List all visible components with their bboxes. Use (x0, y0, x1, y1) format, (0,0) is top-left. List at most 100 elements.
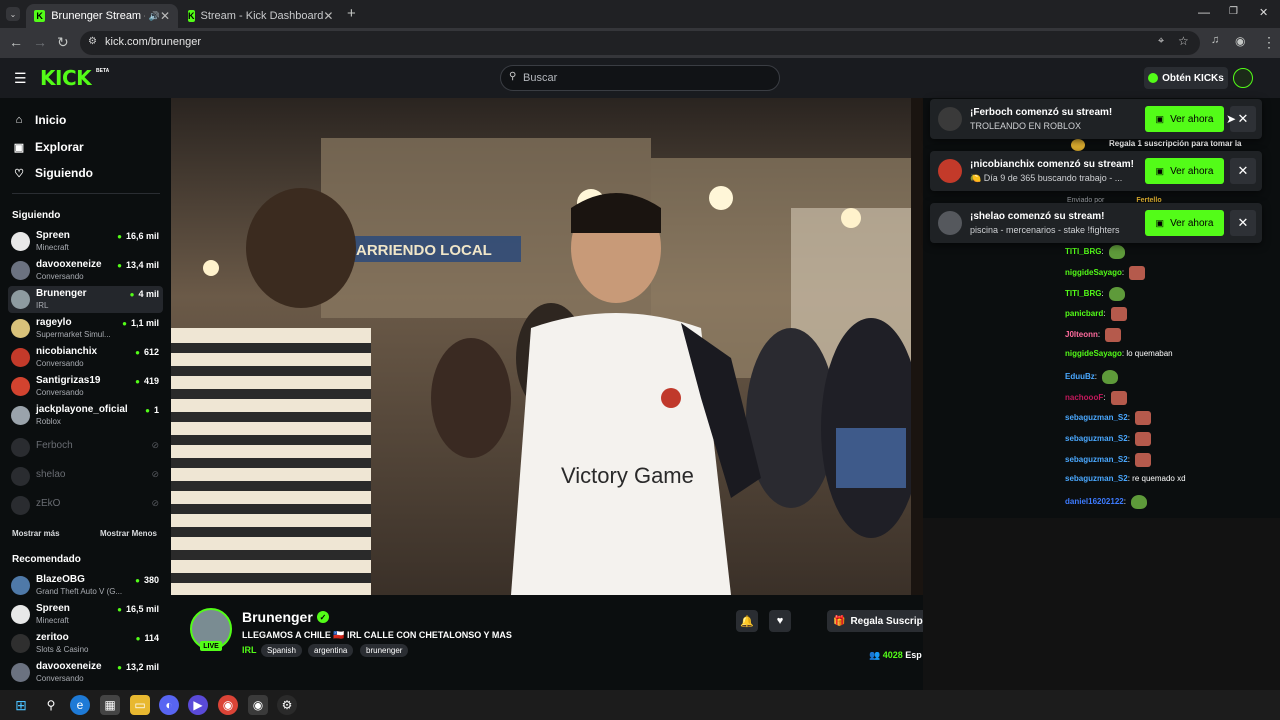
back-arrow-icon[interactable]: ← (9, 34, 23, 50)
pinned-gift-message: Regala 1 suscripción para tomar la (1109, 139, 1242, 148)
show-less-link[interactable]: Mostrar Menos (100, 529, 157, 538)
frog-emote-icon (1102, 369, 1119, 384)
new-tab-button[interactable]: + (347, 5, 356, 22)
app-icon[interactable]: ⚙ (277, 695, 297, 715)
location-icon[interactable]: ⌖ (1158, 35, 1164, 48)
chat-username[interactable]: niggideSayago (1065, 349, 1122, 358)
tab-search-dropdown[interactable]: ⌄ (6, 7, 20, 21)
tag-brunenger[interactable]: brunenger (360, 644, 409, 657)
webcam-overlay-area (923, 518, 1280, 690)
close-window-icon[interactable]: ✕ (1259, 6, 1268, 19)
tab-brunenger-stream[interactable]: K Brunenger Stream - Watch 🔊 ✕ (26, 4, 178, 28)
channel-name: davooxeneize (36, 259, 102, 270)
chat-username[interactable]: daniel16202122 (1065, 497, 1124, 506)
face-emote-icon (1129, 265, 1146, 280)
channel-item-shelao[interactable]: shelao ⊘ (8, 463, 163, 490)
chat-username[interactable]: panicbard (1065, 310, 1103, 319)
chat-username[interactable]: niggideSayago (1065, 268, 1122, 277)
avatar (11, 576, 30, 595)
chat-separator: : (1123, 496, 1129, 506)
channel-name: shelao (36, 469, 66, 480)
chat-username[interactable]: sebaguzman_S2 (1065, 434, 1128, 443)
channel-item-davooxeneize[interactable]: davooxeneize Conversando 13,4 mil (8, 257, 163, 284)
nav-explore[interactable]: ▣ Explorar (12, 140, 84, 154)
watch-now-button[interactable]: Ver ahora (1145, 106, 1224, 132)
channel-name: Brunenger (36, 288, 87, 299)
channel-item-brunenger[interactable]: Brunenger IRL 4 mil (8, 286, 163, 313)
tag-spanish[interactable]: Spanish (261, 644, 302, 657)
file-explorer-icon[interactable]: ▭ (130, 695, 150, 715)
media-control-icon[interactable]: ♫ (1211, 34, 1219, 46)
gift-label: Regala Suscripcione (850, 615, 923, 627)
notification-bell-button[interactable]: 🔔 (736, 610, 758, 632)
forward-arrow-icon[interactable]: → (33, 34, 47, 50)
channel-category: Conversando (36, 359, 84, 368)
discord-icon[interactable]: ◐ (159, 695, 179, 715)
nav-home[interactable]: ⌂ Inicio (12, 113, 67, 127)
stream-category[interactable]: IRL (242, 645, 257, 655)
channel-item-zeritoo[interactable]: zeritoo Slots & Casino 114 (8, 630, 163, 657)
chat-username[interactable]: sebaguzman_S2 (1065, 455, 1128, 464)
watch-now-button[interactable]: Ver ahora (1145, 158, 1224, 184)
tab-kick-dashboard[interactable]: K Stream - Kick Dashboard ✕ (180, 4, 340, 28)
chat-username[interactable]: nachoooF (1065, 393, 1103, 402)
channel-item-blazeobg[interactable]: BlazeOBG Grand Theft Auto V (G... 380 (8, 572, 163, 599)
channel-item-zeko[interactable]: zEkO ⊘ (8, 492, 163, 519)
ferboch-avatar (938, 107, 962, 131)
url-field[interactable]: ⚙ kick.com/brunenger ⌖ ☆ (80, 31, 1200, 55)
tab-close-icon[interactable]: ✕ (323, 9, 333, 23)
viewer-count: 16,5 mil (117, 604, 159, 614)
search-icon[interactable]: ⚲ (41, 695, 61, 715)
calculator-icon[interactable]: ▦ (100, 695, 120, 715)
user-avatar[interactable] (1233, 68, 1253, 88)
chat-message: niggideSayago: lo quemaban (1065, 349, 1173, 358)
chat-username[interactable]: sebaguzman_S2 (1065, 474, 1128, 483)
restore-icon[interactable]: ❐ (1229, 6, 1238, 17)
show-more-link[interactable]: Mostrar más (12, 529, 60, 538)
follow-heart-button[interactable]: ♥ (769, 610, 791, 632)
gift-subscription-button[interactable]: 🎁 Regala Suscripcione (827, 610, 923, 632)
tag-argentina[interactable]: argentina (308, 644, 354, 657)
windows-start-icon[interactable]: ⊞ (11, 695, 31, 715)
streamer-name[interactable]: Brunenger (242, 609, 313, 625)
face-emote-icon (1105, 328, 1122, 343)
search-input[interactable]: ⚲ Buscar (500, 65, 780, 91)
minimize-icon[interactable]: — (1198, 5, 1210, 19)
channel-item-ferboch[interactable]: Ferboch ⊘ (8, 434, 163, 461)
channel-item-rageylo[interactable]: rageylo Supermarket Simul... 1,1 mil (8, 315, 163, 342)
face-emote-icon (1135, 453, 1152, 467)
channel-item-spreen-rec[interactable]: Spreen Minecraft 16,5 mil (8, 601, 163, 628)
watch-now-button[interactable]: Ver ahora (1145, 210, 1224, 236)
chrome-icon[interactable]: ◉ (218, 695, 238, 715)
browser-menu-icon[interactable]: ⋮ (1262, 34, 1276, 51)
video-player[interactable]: ARRIENDO LOCAL Victory Game (171, 98, 923, 595)
channel-item-spreen[interactable]: Spreen Minecraft 16,6 mil (8, 228, 163, 255)
nav-following[interactable]: ♡ Siguiendo (12, 166, 93, 180)
channel-category: Slots & Casino (36, 645, 89, 654)
chat-message: TITI_BRG: (1065, 245, 1125, 259)
beta-badge: BETA (96, 68, 110, 74)
reload-icon[interactable]: ↻ (57, 34, 69, 51)
get-kicks-button[interactable]: Obtén KICKs (1144, 67, 1228, 89)
chat-username[interactable]: sebaguzman_S2 (1065, 414, 1128, 423)
chat-username[interactable]: J0lteonn (1065, 330, 1098, 339)
chat-username[interactable]: TITI_BRG (1065, 247, 1101, 256)
channel-item-nicobianchix[interactable]: nicobianchix Conversando 612 (8, 344, 163, 371)
tab-close-icon[interactable]: ✕ (160, 9, 170, 23)
chrome-profile-icon[interactable]: ◉ (248, 695, 268, 715)
edge-icon[interactable]: e (70, 695, 90, 715)
channel-item-davooxeneize-rec[interactable]: davooxeneize Conversando 13,2 mil (8, 659, 163, 686)
close-icon[interactable]: ✕ (1230, 158, 1256, 184)
site-info-icon[interactable]: ⚙ (88, 36, 97, 47)
chat-username[interactable]: TITI_BRG (1065, 289, 1101, 298)
channel-item-santigrizas19[interactable]: Santigrizas19 Conversando 419 (8, 373, 163, 400)
stream-start-toast-nicobianchix: ¡nicobianchix comenzó su stream! 🍋 Día 9… (930, 151, 1262, 191)
channel-item-jackplayone-oficial[interactable]: jackplayone_oficial Roblox 1 (8, 402, 163, 429)
kick-logo[interactable]: KICK (40, 66, 92, 90)
bookmark-star-icon[interactable]: ☆ (1178, 34, 1189, 48)
chat-username[interactable]: EduuBz (1065, 372, 1095, 381)
close-icon[interactable]: ✕ (1230, 210, 1256, 236)
hamburger-menu-icon[interactable]: ☰ (14, 70, 27, 87)
media-player-icon[interactable]: ▶ (188, 695, 208, 715)
profile-icon[interactable]: ◉ (1235, 34, 1245, 48)
